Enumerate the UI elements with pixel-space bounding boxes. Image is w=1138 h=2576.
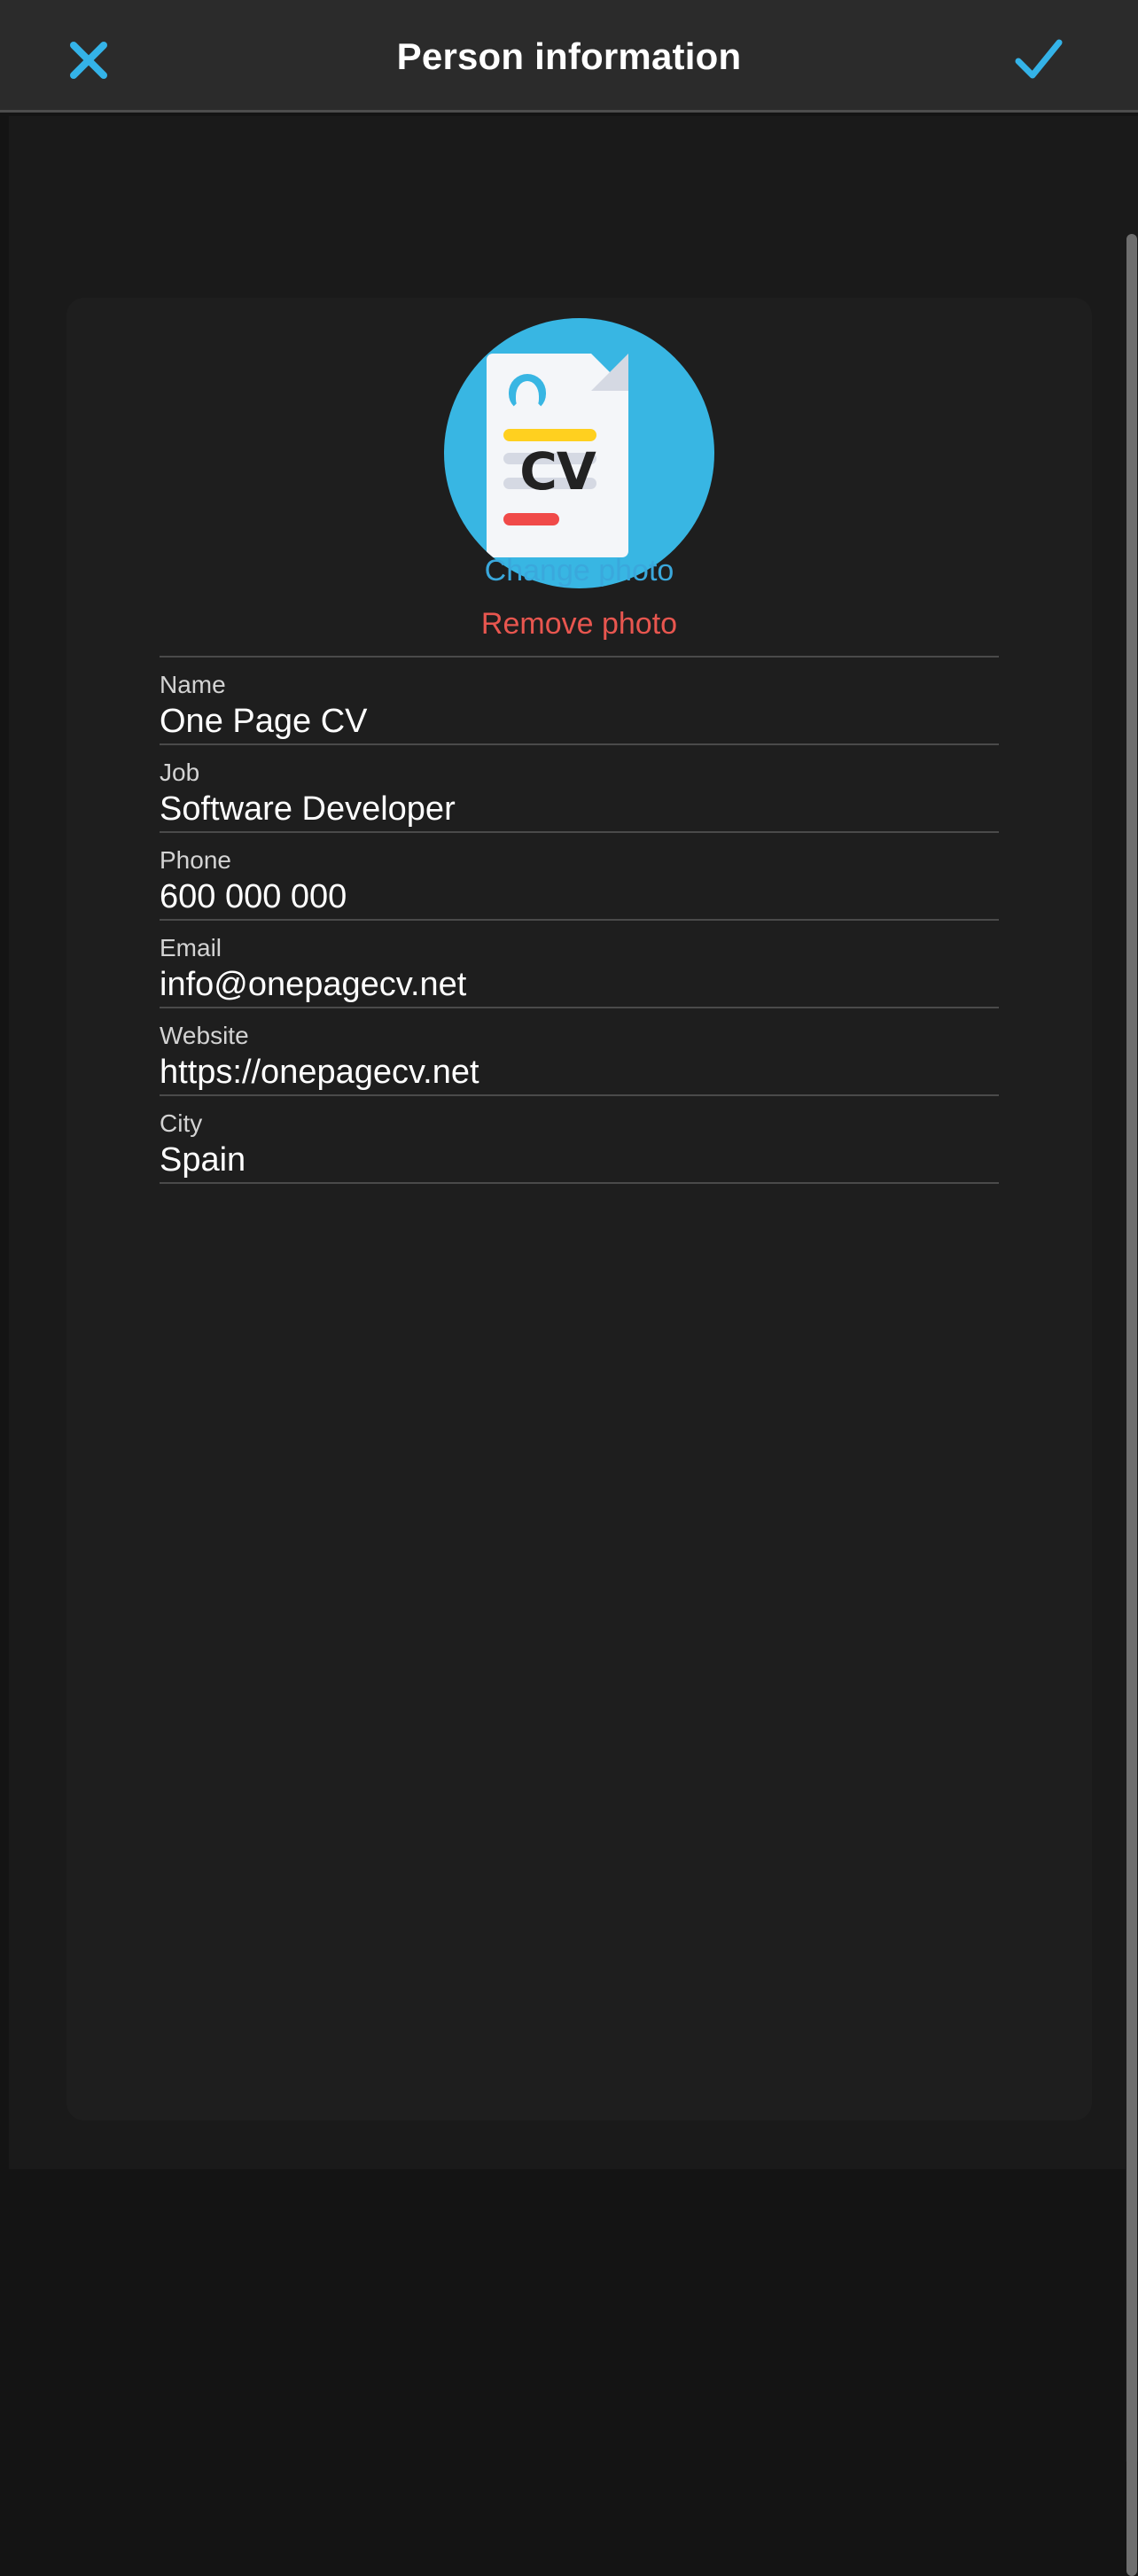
field-name[interactable]: Name One Page CV [160,656,999,743]
document-folded-corner-icon [591,353,628,391]
field-label: Name [160,671,226,698]
red-bar [503,512,559,525]
field-value[interactable]: 600 000 000 [160,879,347,914]
cv-document-icon: CV [444,317,714,588]
field-label: Website [160,1022,249,1049]
accept-button[interactable] [1000,32,1080,89]
field-value[interactable]: info@onepagecv.net [160,967,466,1002]
field-label: Email [160,934,222,961]
field-value[interactable]: Spain [160,1142,246,1178]
field-city[interactable]: City Spain [160,1094,999,1184]
change-photo-link[interactable]: Change photo [66,554,1092,588]
yellow-bar [503,428,596,441]
field-value[interactable]: Software Developer [160,791,456,827]
document-sheet: CV [487,353,628,557]
field-email[interactable]: Email info@onepagecv.net [160,919,999,1007]
field-phone[interactable]: Phone 600 000 000 [160,831,999,919]
field-value[interactable]: One Page CV [160,704,367,739]
field-website[interactable]: Website https://onepagecv.net [160,1007,999,1094]
field-label: Job [160,759,200,786]
person-form: Name One Page CV Job Software Developer … [66,656,1092,1184]
app-header-bar: Person information [0,0,1138,113]
person-face-icon [516,380,539,411]
check-icon [1015,39,1063,79]
field-label: City [160,1109,203,1137]
cv-label: CV [519,440,596,502]
field-job[interactable]: Job Software Developer [160,743,999,831]
field-value[interactable]: https://onepagecv.net [160,1055,479,1090]
person-information-card: CV Change photo Remove photo Name One Pa… [66,298,1092,2121]
page-title: Person information [396,35,742,77]
screen-background: CV Change photo Remove photo Name One Pa… [9,116,1129,2169]
remove-photo-link[interactable]: Remove photo [66,607,1092,642]
field-label: Phone [160,846,231,874]
scrollbar-track[interactable] [1126,116,1138,2576]
scrollbar-thumb[interactable] [1126,234,1137,2576]
